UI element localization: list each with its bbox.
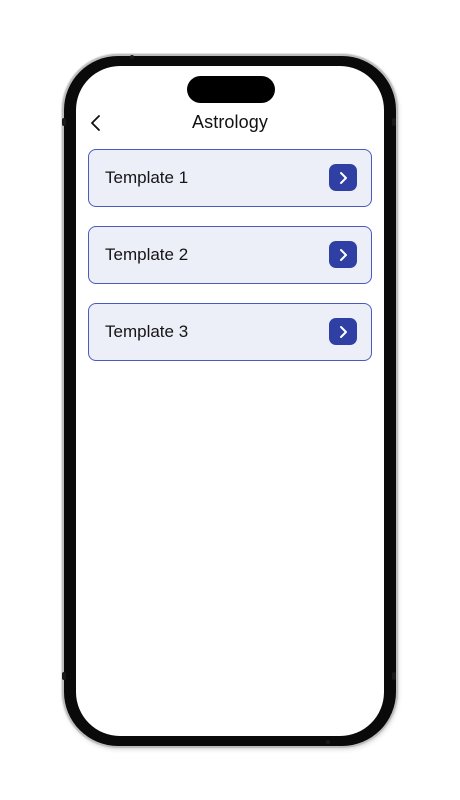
phone-side-button [392, 672, 396, 680]
template-item-2[interactable]: Template 2 [88, 226, 372, 284]
open-template-button[interactable] [329, 241, 357, 268]
phone-antenna-mark [326, 740, 330, 744]
template-item-3[interactable]: Template 3 [88, 303, 372, 361]
open-template-button[interactable] [329, 164, 357, 191]
template-item-1[interactable]: Template 1 [88, 149, 372, 207]
phone-side-button [392, 118, 396, 126]
template-label: Template 3 [105, 322, 189, 341]
chevron-right-icon [340, 171, 347, 184]
chevron-right-icon [340, 325, 347, 338]
dynamic-island [187, 76, 275, 103]
page-title: Astrology [192, 112, 268, 132]
phone-antenna-mark [130, 55, 134, 59]
mockup-stage: Astrology Template 1 Template 2 Template… [0, 0, 460, 800]
phone-side-button [62, 118, 66, 126]
open-template-button[interactable] [329, 318, 357, 345]
template-label: Template 2 [105, 245, 189, 264]
phone-side-button [62, 672, 66, 680]
app-header: Astrology [76, 108, 384, 138]
chevron-right-icon [340, 248, 347, 261]
template-list: Template 1 Template 2 Template 3 [88, 149, 372, 380]
template-label: Template 1 [105, 168, 189, 187]
phone-screen: Astrology Template 1 Template 2 Template… [76, 66, 384, 736]
